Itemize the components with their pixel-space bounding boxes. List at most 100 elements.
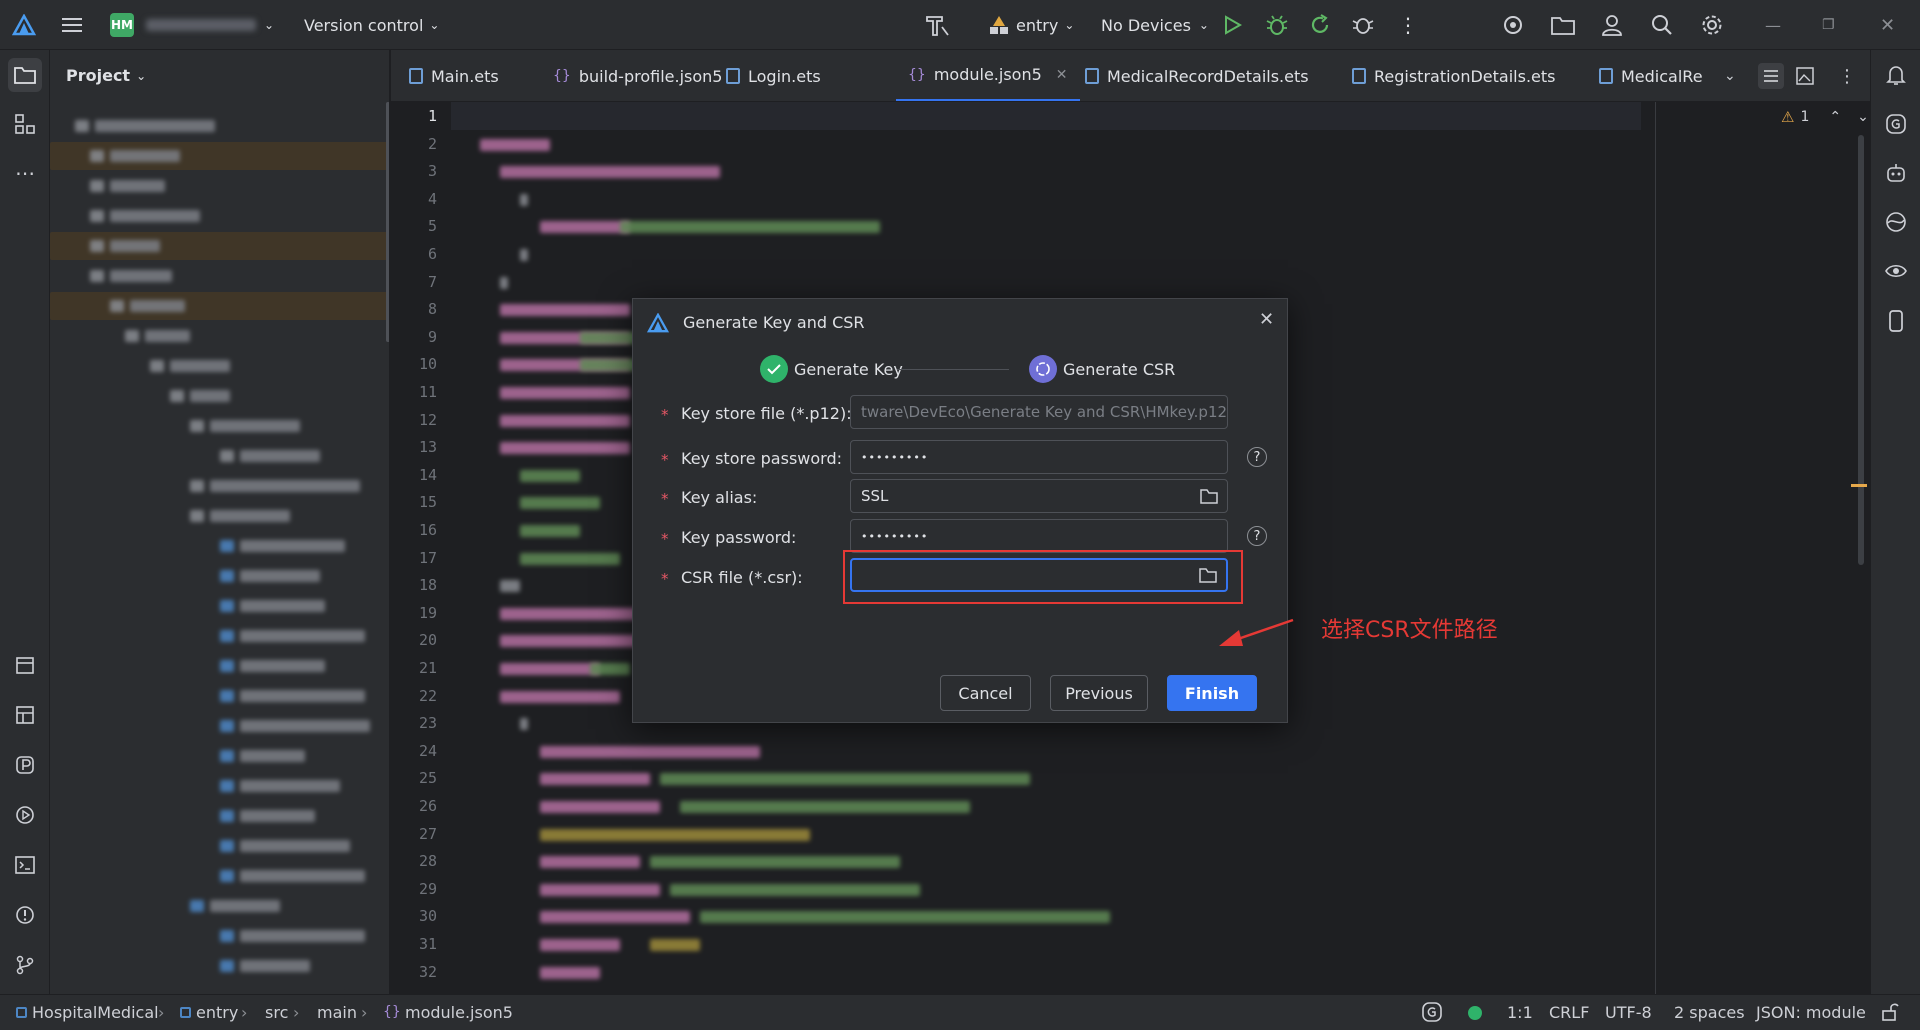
project-structure-icon[interactable] bbox=[1550, 0, 1576, 50]
device-manager-icon[interactable] bbox=[1879, 304, 1913, 338]
tree-node-label-blurred[interactable] bbox=[95, 120, 215, 132]
reader-mode-icon[interactable] bbox=[1758, 50, 1784, 101]
tree-node-label-blurred[interactable] bbox=[240, 540, 345, 552]
keystore-password-field[interactable]: ••••••••• bbox=[850, 440, 1228, 474]
tree-node-label-blurred[interactable] bbox=[240, 930, 365, 942]
help-icon[interactable]: ? bbox=[1247, 447, 1267, 467]
tree-node-label-blurred[interactable] bbox=[210, 420, 300, 432]
cancel-button[interactable]: Cancel bbox=[940, 675, 1031, 711]
caret-position[interactable]: 1:1 bbox=[1507, 1003, 1533, 1022]
structure-icon[interactable] bbox=[8, 107, 42, 141]
tree-node-label-blurred[interactable] bbox=[240, 780, 340, 792]
terminal-icon[interactable] bbox=[8, 848, 42, 882]
more-tools-icon[interactable]: ⋯ bbox=[8, 156, 42, 190]
project-folder-icon[interactable] bbox=[8, 58, 42, 92]
tab-registration-details-ets[interactable]: RegistrationDetails.ets bbox=[1352, 50, 1556, 101]
tab-module-json5[interactable]: {} module.json5 ✕ bbox=[896, 50, 1080, 101]
tree-node-label-blurred[interactable] bbox=[210, 480, 360, 492]
run-config-selector[interactable]: entry ⌄ bbox=[988, 0, 1074, 50]
tree-node-label-blurred[interactable] bbox=[240, 630, 365, 642]
tree-node-label-blurred[interactable] bbox=[110, 180, 165, 192]
gradle-assistant-icon[interactable] bbox=[1879, 107, 1913, 141]
key-alias-field[interactable]: SSL bbox=[850, 479, 1228, 513]
tree-node-label-blurred[interactable] bbox=[110, 270, 172, 282]
browse-folder-icon[interactable] bbox=[1200, 489, 1218, 504]
ai-assistant-icon[interactable] bbox=[1879, 156, 1913, 190]
settings-gear-icon[interactable] bbox=[1701, 0, 1723, 50]
csr-file-field[interactable] bbox=[850, 558, 1228, 592]
previous-highlight-icon[interactable]: ⌃ bbox=[1829, 109, 1841, 125]
tree-node-label-blurred[interactable] bbox=[240, 870, 365, 882]
git-branch-icon[interactable] bbox=[8, 948, 42, 982]
todo-icon[interactable] bbox=[8, 648, 42, 682]
breadcrumb-item[interactable]: entry bbox=[196, 1003, 238, 1022]
restore-window-icon[interactable]: ❐ bbox=[1822, 0, 1835, 50]
tree-node-label-blurred[interactable] bbox=[240, 840, 350, 852]
project-selector[interactable]: HM ⌄ bbox=[110, 0, 274, 50]
tree-node-label-blurred[interactable] bbox=[110, 150, 180, 162]
tree-node-label-blurred[interactable] bbox=[145, 330, 190, 342]
tree-node-label-blurred[interactable] bbox=[170, 360, 230, 372]
minimize-window-icon[interactable]: — bbox=[1765, 0, 1781, 50]
more-options-icon[interactable]: ⋮ bbox=[1398, 0, 1418, 50]
tree-node-label-blurred[interactable] bbox=[240, 660, 325, 672]
tree-node-label-blurred[interactable] bbox=[240, 600, 325, 612]
codelinter-icon[interactable] bbox=[1502, 0, 1524, 50]
finish-button[interactable]: Finish bbox=[1167, 675, 1257, 711]
tab-login-ets[interactable]: Login.ets bbox=[726, 50, 821, 101]
tree-node-label-blurred[interactable] bbox=[240, 450, 320, 462]
tree-node-label-blurred[interactable] bbox=[240, 960, 310, 972]
inspection-widget[interactable]: ⚠ 1 ⌃ ⌄ bbox=[1781, 108, 1869, 126]
attach-debugger-icon[interactable] bbox=[1352, 0, 1374, 50]
run-icon[interactable] bbox=[1224, 0, 1242, 50]
tree-node-label-blurred[interactable] bbox=[240, 750, 305, 762]
key-password-field[interactable]: ••••••••• bbox=[850, 519, 1228, 553]
tree-node-label-blurred[interactable] bbox=[240, 720, 370, 732]
file-encoding[interactable]: UTF-8 bbox=[1605, 1003, 1652, 1022]
layout-icon[interactable] bbox=[8, 698, 42, 732]
breadcrumb-item[interactable]: src bbox=[265, 1003, 288, 1022]
breadcrumb-item[interactable]: HospitalMedical bbox=[32, 1003, 159, 1022]
version-control-menu[interactable]: Version control ⌄ bbox=[304, 0, 439, 50]
next-highlight-icon[interactable]: ⌄ bbox=[1857, 109, 1869, 125]
tab-medical-re[interactable]: MedicalRe bbox=[1599, 50, 1709, 101]
search-icon[interactable] bbox=[1651, 0, 1673, 50]
tree-node-label-blurred[interactable] bbox=[210, 900, 280, 912]
gradle-sync-icon[interactable] bbox=[1421, 1001, 1443, 1027]
breadcrumb-item[interactable]: main bbox=[317, 1003, 357, 1022]
file-type[interactable]: JSON: module bbox=[1756, 1003, 1866, 1022]
project-view-selector[interactable]: Project ⌄ bbox=[66, 66, 146, 85]
status-ok-indicator[interactable] bbox=[1468, 1006, 1482, 1020]
lock-icon[interactable] bbox=[1881, 1002, 1899, 1026]
close-tab-icon[interactable]: ✕ bbox=[1056, 67, 1068, 83]
apply-changes-icon[interactable] bbox=[1309, 0, 1331, 50]
line-ending[interactable]: CRLF bbox=[1549, 1003, 1589, 1022]
app-analyzer-icon[interactable] bbox=[1879, 205, 1913, 239]
indent-setting[interactable]: 2 spaces bbox=[1674, 1003, 1745, 1022]
editor-scrollbar[interactable] bbox=[1858, 135, 1864, 565]
tree-node-label-blurred[interactable] bbox=[240, 810, 315, 822]
build-hammer-icon[interactable] bbox=[924, 0, 950, 50]
tab-main-ets[interactable]: Main.ets bbox=[409, 50, 499, 101]
notifications-bell-icon[interactable] bbox=[1879, 58, 1913, 92]
tree-node-label-blurred[interactable] bbox=[210, 510, 290, 522]
previewer-eye-icon[interactable] bbox=[1879, 254, 1913, 288]
profiler-icon[interactable] bbox=[8, 748, 42, 782]
tree-node-label-blurred[interactable] bbox=[190, 390, 230, 402]
browse-folder-icon[interactable] bbox=[1199, 568, 1217, 583]
tab-medical-record-details-ets[interactable]: MedicalRecordDetails.ets bbox=[1085, 50, 1309, 101]
tree-scrollbar[interactable] bbox=[386, 102, 389, 342]
account-icon[interactable] bbox=[1601, 0, 1623, 50]
breadcrumb-item[interactable]: module.json5 bbox=[405, 1003, 513, 1022]
deveco-logo-icon[interactable] bbox=[12, 0, 36, 50]
keystore-file-field[interactable]: tware\DevEco\Generate Key and CSR\HMkey.… bbox=[850, 395, 1228, 429]
tree-node-label-blurred[interactable] bbox=[130, 300, 185, 312]
tree-node-label-blurred[interactable] bbox=[110, 240, 160, 252]
tree-node-label-blurred[interactable] bbox=[240, 690, 365, 702]
preview-icon[interactable] bbox=[1796, 50, 1814, 101]
close-dialog-icon[interactable]: ✕ bbox=[1259, 309, 1274, 330]
close-window-icon[interactable]: ✕ bbox=[1880, 0, 1895, 50]
tab-build-profile-json5[interactable]: {} build-profile.json5 bbox=[553, 50, 722, 101]
problems-icon[interactable] bbox=[8, 898, 42, 932]
debug-bug-icon[interactable] bbox=[1266, 0, 1288, 50]
